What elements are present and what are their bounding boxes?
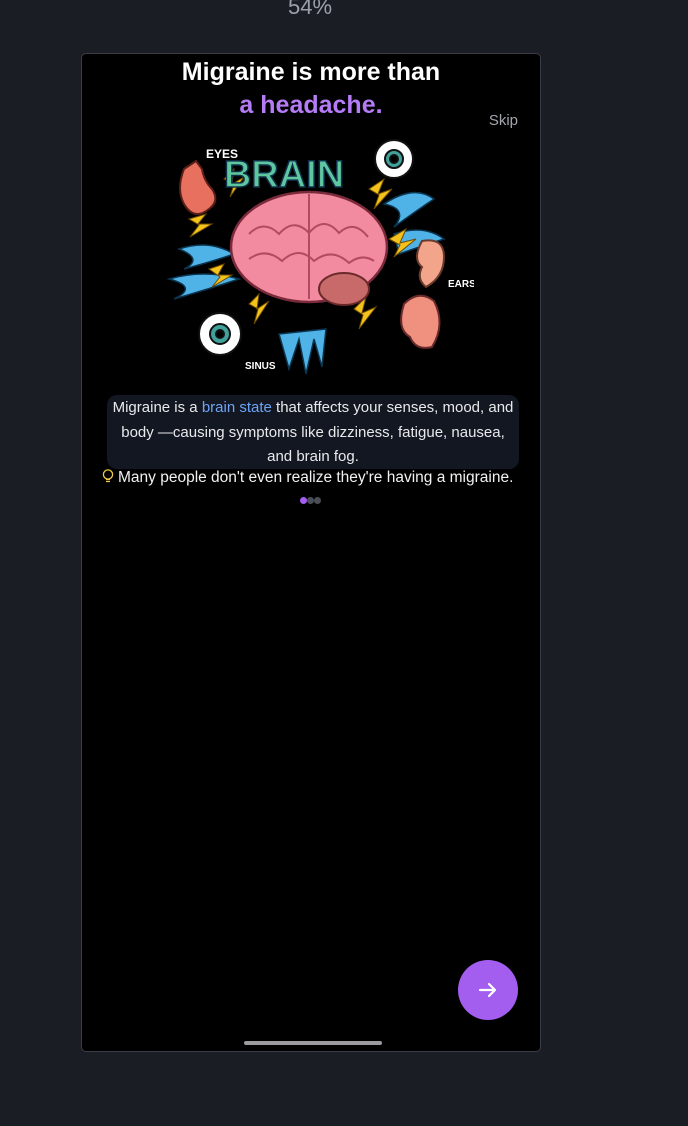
page-dot-active[interactable] — [300, 497, 307, 504]
tip-text: Many people don't even realize they're h… — [118, 469, 514, 486]
phone-frame: Migraine is more than a headache. Skip B… — [81, 53, 541, 1052]
page-dot[interactable] — [314, 497, 321, 504]
lightbulb-icon — [102, 469, 116, 490]
title-line-1: Migraine is more than — [181, 58, 441, 86]
page-dot[interactable] — [307, 497, 314, 504]
sinus-label: SINUS — [245, 361, 276, 372]
zoom-level: 54% — [287, 0, 333, 19]
home-indicator[interactable] — [244, 1041, 382, 1045]
ears-label: EARS — [448, 279, 474, 290]
brain-label: BRAIN — [224, 154, 344, 196]
description-card: Migraine is a brain state that affects y… — [107, 395, 519, 469]
page-indicator — [300, 491, 321, 504]
next-button[interactable] — [458, 960, 518, 1020]
description-text-pre: Migraine is a — [112, 399, 202, 416]
title-line-2: a headache. — [239, 91, 383, 119]
arrow-right-icon — [478, 982, 497, 998]
brain-illustration: BRAIN EYES EARS SINUS — [166, 139, 474, 375]
tip-row: Many people don't even realize they're h… — [102, 469, 532, 490]
skip-button[interactable]: Skip — [489, 112, 518, 129]
description-highlight: brain state — [201, 399, 272, 416]
eyes-label: EYES — [206, 147, 238, 161]
